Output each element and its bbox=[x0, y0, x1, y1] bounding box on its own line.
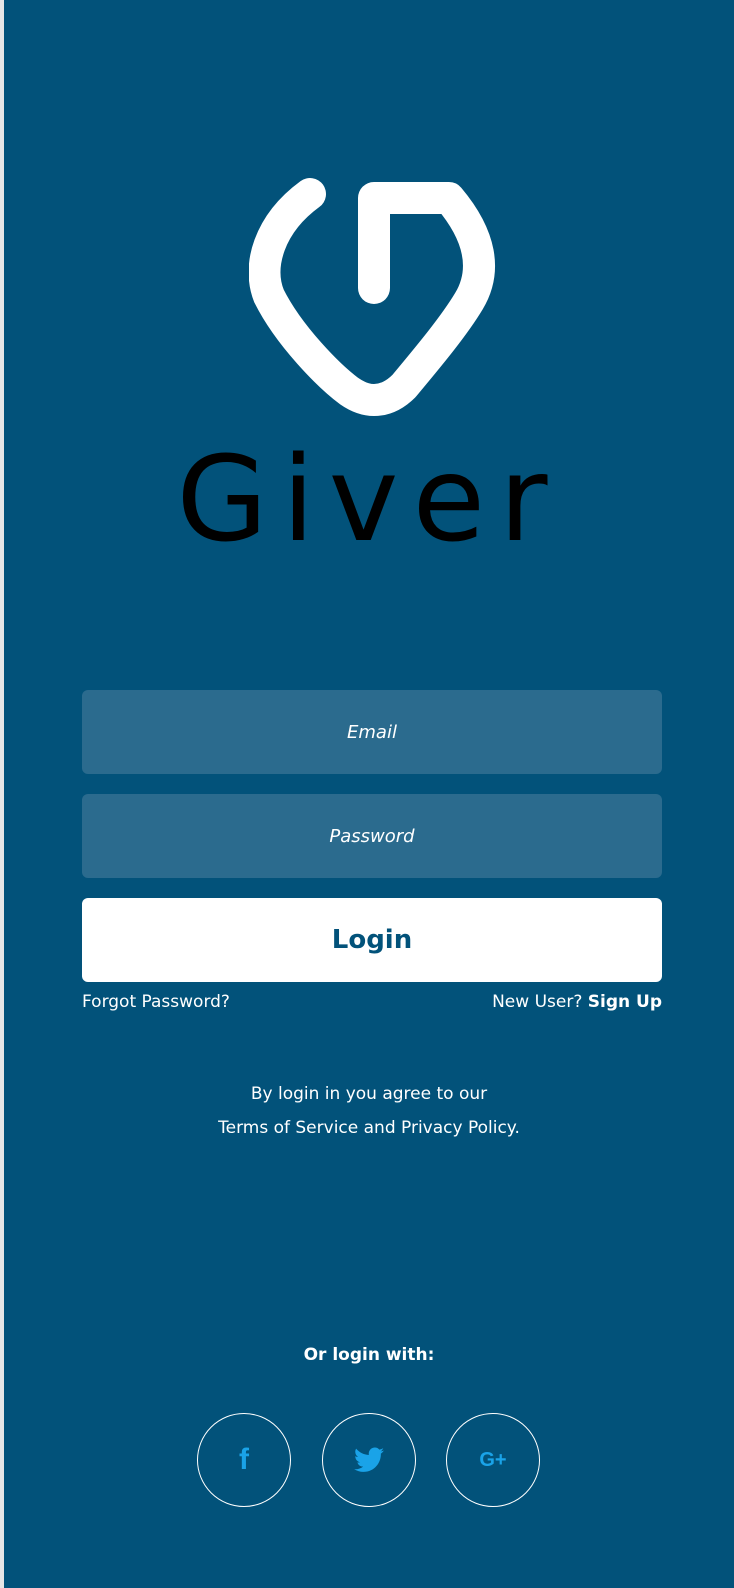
password-field[interactable] bbox=[82, 794, 662, 878]
new-user-prompt: New User? Sign Up bbox=[492, 992, 662, 1012]
login-screen: Giver Login Forgot Password? New User? S… bbox=[4, 0, 734, 1588]
giver-logo-icon bbox=[249, 178, 495, 416]
twitter-icon bbox=[354, 1447, 384, 1472]
new-user-label: New User? bbox=[492, 992, 583, 1012]
app-wordmark: Giver bbox=[176, 430, 562, 568]
social-login-heading: Or login with: bbox=[303, 1345, 435, 1365]
sign-up-link[interactable]: Sign Up bbox=[588, 992, 662, 1012]
terms-privacy-link[interactable]: Terms of Service and Privacy Policy. bbox=[218, 1118, 520, 1138]
twitter-login-button[interactable] bbox=[322, 1413, 416, 1507]
google-plus-icon: G+ bbox=[479, 1448, 507, 1471]
email-field[interactable] bbox=[82, 690, 662, 774]
facebook-login-button[interactable]: f bbox=[197, 1413, 291, 1507]
forgot-password-link[interactable]: Forgot Password? bbox=[82, 992, 230, 1012]
google-plus-login-button[interactable]: G+ bbox=[446, 1413, 540, 1507]
terms-notice: By login in you agree to our Terms of Se… bbox=[4, 1077, 734, 1145]
facebook-icon: f bbox=[239, 1443, 249, 1476]
login-button[interactable]: Login bbox=[82, 898, 662, 982]
terms-line-1: By login in you agree to our bbox=[250, 1084, 488, 1104]
